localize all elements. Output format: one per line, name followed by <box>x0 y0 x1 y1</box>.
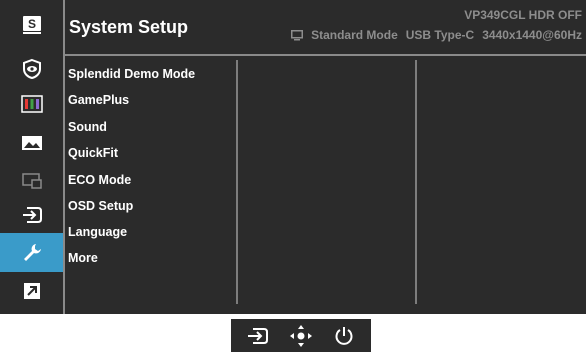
menu-item-gameplus[interactable]: GamePlus <box>68 93 129 107</box>
power-icon <box>335 326 353 345</box>
page-title: System Setup <box>69 17 189 37</box>
five-way-navigation-icon <box>289 324 312 347</box>
resolution-status: 3440x1440@60Hz <box>482 28 582 42</box>
column-divider <box>236 60 238 304</box>
sidebar-item-color[interactable] <box>0 84 63 123</box>
control-keys-bar <box>231 319 371 352</box>
sidebar-item-shortcut[interactable] <box>0 271 63 310</box>
sidebar-item-input[interactable] <box>0 195 63 234</box>
sidebar-item-image[interactable] <box>0 123 63 162</box>
svg-text:S: S <box>27 17 35 31</box>
menu-item-language[interactable]: Language <box>68 225 127 239</box>
pip-icon <box>21 172 42 189</box>
input-select-icon <box>22 206 42 223</box>
navigation-key[interactable] <box>284 322 318 350</box>
splendid-s-icon: S <box>22 15 41 34</box>
osd-window: S System Setup VP349CGL HDR OFF Standard… <box>0 0 586 314</box>
image-icon <box>21 135 42 150</box>
menu-item-eco-mode[interactable]: ECO Mode <box>68 173 131 187</box>
sidebar-item-splendid[interactable]: S <box>0 5 63 44</box>
menu-item-more[interactable]: More <box>68 251 98 265</box>
wrench-icon <box>23 243 41 261</box>
eye-care-icon <box>22 58 41 79</box>
status-bar: Standard Mode USB Type-C 3440x1440@60Hz <box>291 28 582 42</box>
header: System Setup VP349CGL HDR OFF Standard M… <box>65 0 586 56</box>
color-bars-icon <box>20 94 43 113</box>
input-select-icon <box>248 327 269 344</box>
input-key[interactable] <box>241 322 275 350</box>
column-divider <box>415 60 417 304</box>
menu-item-splendid-demo-mode[interactable]: Splendid Demo Mode <box>68 67 195 81</box>
monitor-icon <box>291 29 304 40</box>
menu-item-osd-setup[interactable]: OSD Setup <box>68 199 133 213</box>
shortcut-arrow-icon <box>23 282 40 299</box>
power-key[interactable] <box>327 322 361 350</box>
sidebar-item-system-setup[interactable] <box>0 233 63 272</box>
model-info: VP349CGL HDR OFF <box>464 8 582 22</box>
mode-status: Standard Mode <box>311 28 398 42</box>
sidebar-item-eye-care[interactable] <box>0 49 63 88</box>
sidebar: S <box>0 0 63 314</box>
menu-item-quickfit[interactable]: QuickFit <box>68 146 118 160</box>
input-status: USB Type-C <box>405 28 475 42</box>
menu-item-sound[interactable]: Sound <box>68 120 107 134</box>
